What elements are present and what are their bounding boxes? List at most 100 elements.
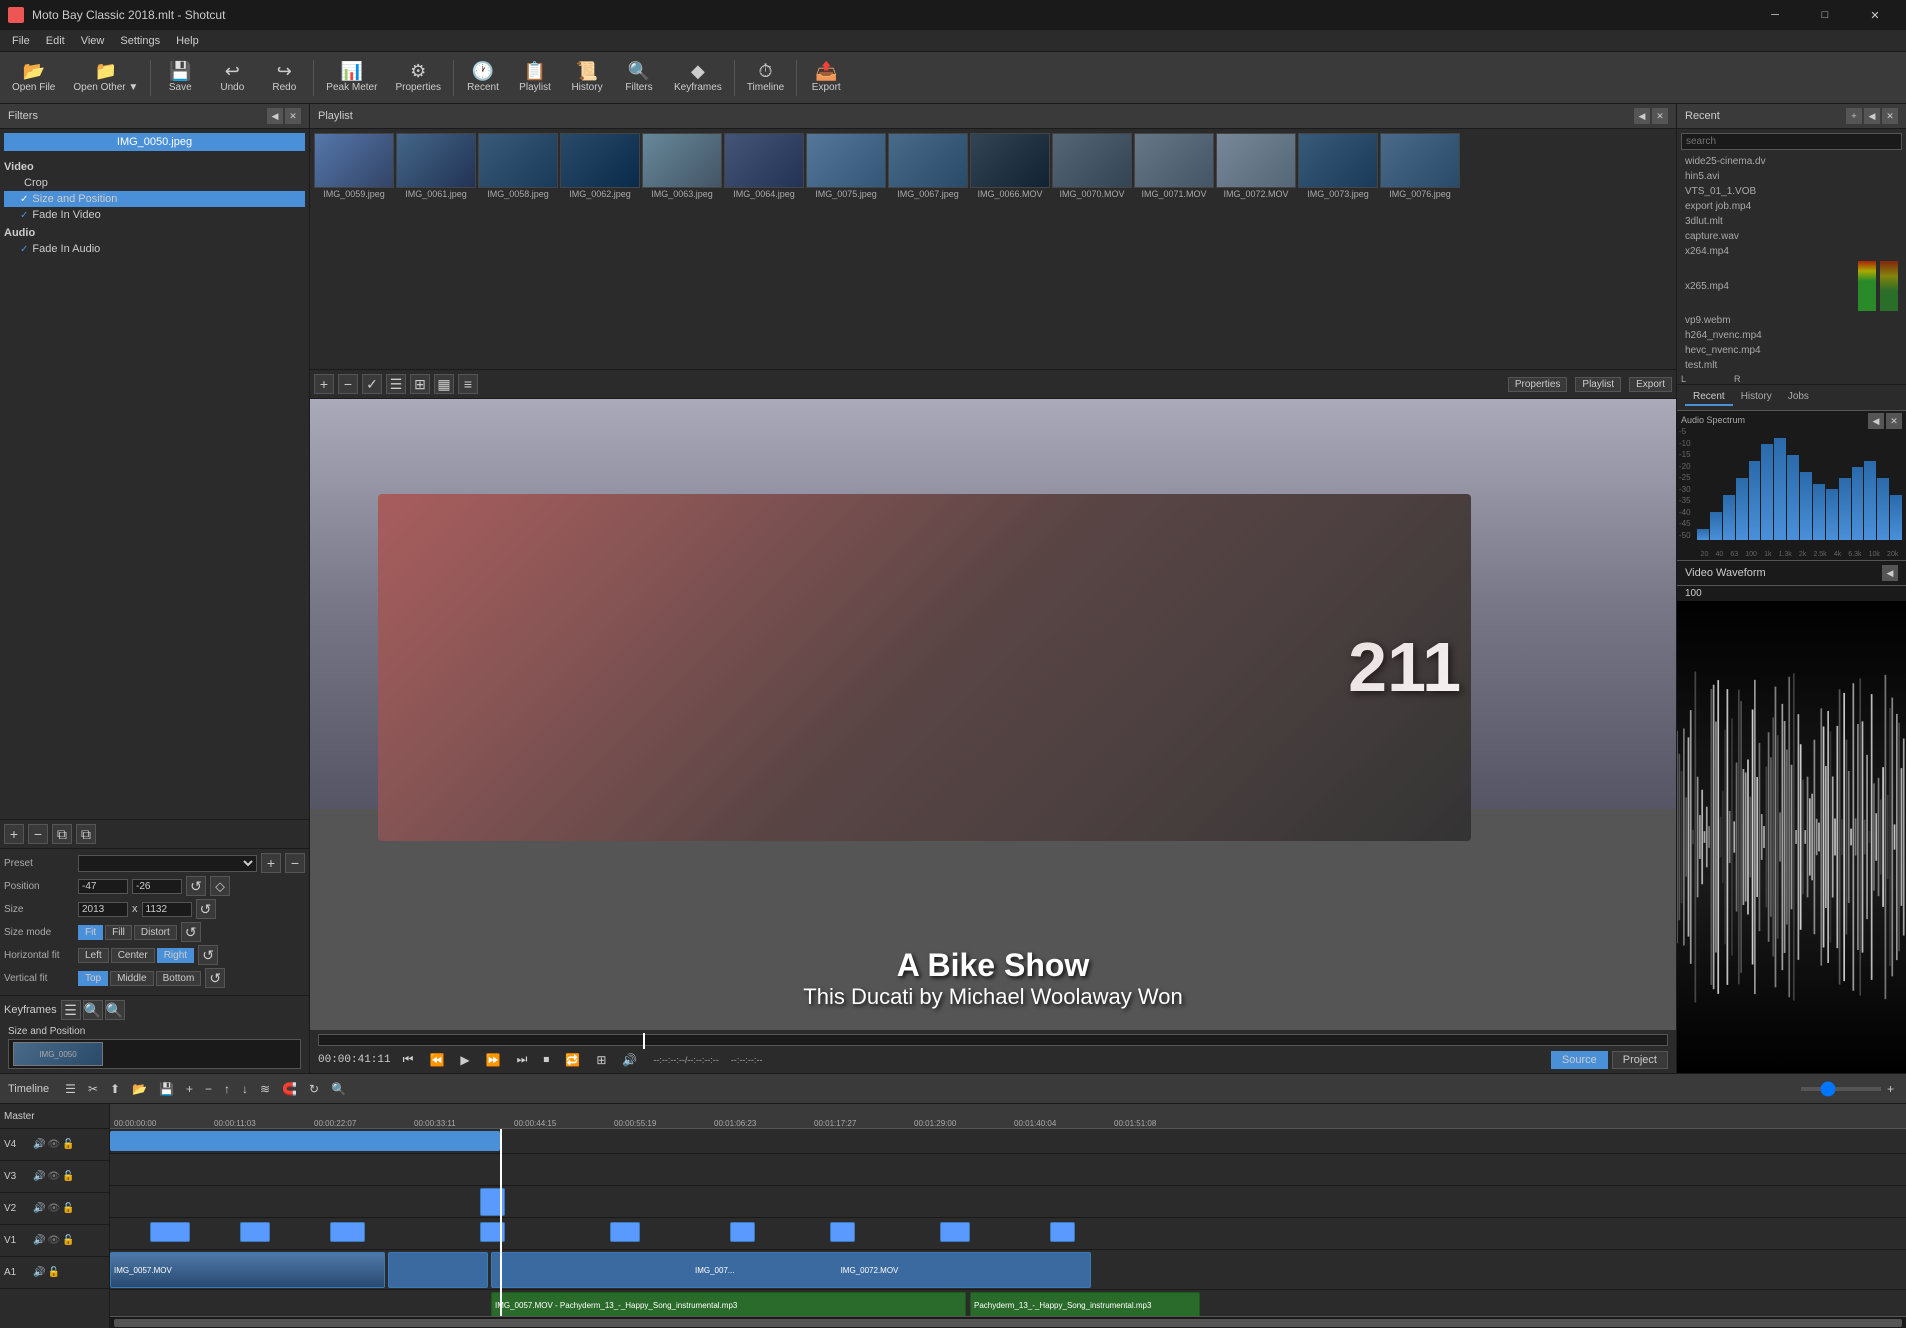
preview-step-back[interactable]: ⏪ bbox=[425, 1051, 448, 1069]
v2-clip-7[interactable] bbox=[830, 1222, 855, 1242]
preview-grid-button[interactable]: ⊞ bbox=[592, 1051, 610, 1069]
list-item[interactable]: 3dlut.mlt bbox=[1677, 214, 1906, 229]
keyframes-track[interactable]: 00:00:00:00 IMG_0050 bbox=[8, 1039, 301, 1069]
list-item[interactable]: IMG_0059.jpeg bbox=[314, 133, 394, 200]
filter-fade-in-audio[interactable]: ✓ Fade In Audio bbox=[4, 241, 305, 257]
vert-bottom-button[interactable]: Bottom bbox=[156, 971, 202, 986]
timeline-lift-button[interactable]: ⬆ bbox=[106, 1080, 124, 1098]
export-action-button[interactable]: Export bbox=[1629, 377, 1672, 392]
list-item[interactable]: capture.wav bbox=[1677, 229, 1906, 244]
preset-select[interactable] bbox=[78, 855, 257, 872]
properties-button[interactable]: ⚙ Properties bbox=[387, 54, 449, 102]
playlist-remove-button[interactable]: − bbox=[338, 374, 358, 394]
filters-shrink-button[interactable]: ◀ bbox=[267, 108, 283, 124]
timeline-open-button[interactable]: 📂 bbox=[128, 1080, 151, 1098]
position-keyframe-button[interactable]: ⬦ bbox=[210, 876, 230, 896]
preset-remove-button[interactable]: − bbox=[285, 853, 305, 873]
timeline-add-track-button[interactable]: + bbox=[182, 1080, 197, 1098]
recent-add-button[interactable]: + bbox=[1846, 108, 1862, 124]
list-item[interactable]: hin5.avi bbox=[1677, 169, 1906, 184]
list-item[interactable]: IMG_0061.jpeg bbox=[396, 133, 476, 200]
size-reset-button[interactable]: ↺ bbox=[196, 899, 216, 919]
list-item[interactable]: IMG_0063.jpeg bbox=[642, 133, 722, 200]
v4-audio-icon[interactable]: 🔊 bbox=[33, 1139, 45, 1150]
list-item[interactable]: VTS_01_1.VOB bbox=[1677, 184, 1906, 199]
undo-button[interactable]: ↩ Undo bbox=[207, 54, 257, 102]
position-reset-button[interactable]: ↺ bbox=[186, 876, 206, 896]
tab-history[interactable]: History bbox=[1733, 389, 1780, 406]
vert-reset-button[interactable]: ↺ bbox=[205, 968, 225, 988]
preview-stop-button[interactable]: ⏹ bbox=[539, 1050, 553, 1069]
playlist-list-view-button[interactable]: ☰ bbox=[386, 374, 406, 394]
playlist-check-button[interactable]: ✓ bbox=[362, 374, 382, 394]
preset-add-button[interactable]: + bbox=[261, 853, 281, 873]
timeline-remove-track-button[interactable]: − bbox=[201, 1080, 216, 1098]
playlist-grid-view-button[interactable]: ⊞ bbox=[410, 374, 430, 394]
recent-search-input[interactable] bbox=[1681, 133, 1902, 150]
size-w-input[interactable] bbox=[78, 902, 128, 917]
a1-lock-icon[interactable]: 🔓 bbox=[47, 1267, 59, 1278]
list-item[interactable]: IMG_0070.MOV bbox=[1052, 133, 1132, 200]
size-mode-reset-button[interactable]: ↺ bbox=[181, 922, 201, 942]
size-h-input[interactable] bbox=[142, 902, 192, 917]
size-mode-fit[interactable]: Fit bbox=[78, 925, 103, 940]
menu-help[interactable]: Help bbox=[168, 33, 207, 49]
v2-clip-8[interactable] bbox=[940, 1222, 970, 1242]
horiz-reset-button[interactable]: ↺ bbox=[198, 945, 218, 965]
v2-clip-2[interactable] bbox=[240, 1222, 270, 1242]
v3-clip-1[interactable] bbox=[480, 1188, 505, 1216]
list-item[interactable]: h264_nvenc.mp4 bbox=[1677, 328, 1906, 343]
filter-fade-in-video[interactable]: ✓ Fade In Video bbox=[4, 207, 305, 223]
project-tab[interactable]: Project bbox=[1612, 1051, 1668, 1069]
export-button[interactable]: 📤 Export bbox=[801, 54, 851, 102]
list-item[interactable]: IMG_0076.jpeg bbox=[1380, 133, 1460, 200]
list-item[interactable]: wide25-cinema.dv bbox=[1677, 154, 1906, 169]
playlist-large-view-button[interactable]: ▦ bbox=[434, 374, 454, 394]
properties-action-button[interactable]: Properties bbox=[1508, 377, 1568, 392]
v3-eye-icon[interactable]: 👁 bbox=[47, 1171, 60, 1182]
size-mode-distort[interactable]: Distort bbox=[134, 925, 177, 940]
v3-audio-icon[interactable]: 🔊 bbox=[33, 1171, 45, 1182]
list-item[interactable]: IMG_0067.jpeg bbox=[888, 133, 968, 200]
master-clip[interactable] bbox=[110, 1131, 500, 1151]
a1-audio-icon[interactable]: 🔊 bbox=[33, 1267, 45, 1278]
timeline-zoom-in-button[interactable]: + bbox=[1883, 1080, 1898, 1098]
playlist-add-button[interactable]: + bbox=[314, 374, 334, 394]
list-item[interactable]: IMG_0075.jpeg bbox=[806, 133, 886, 200]
timeline-button[interactable]: ⏱ Timeline bbox=[739, 54, 792, 102]
list-item[interactable]: x264.mp4 bbox=[1677, 244, 1906, 259]
recent-button[interactable]: 🕐 Recent bbox=[458, 54, 508, 102]
list-item[interactable]: vp9.webm bbox=[1677, 313, 1906, 328]
menu-file[interactable]: File bbox=[4, 33, 38, 49]
playlist-shrink-button[interactable]: ◀ bbox=[1634, 108, 1650, 124]
list-item[interactable]: export job.mp4 bbox=[1677, 199, 1906, 214]
add-filter-button[interactable]: + bbox=[4, 824, 24, 844]
preview-volume-button[interactable]: 🔊 bbox=[618, 1051, 641, 1069]
preview-timeline-bar[interactable] bbox=[318, 1034, 1668, 1046]
v2-clip-3[interactable] bbox=[330, 1222, 365, 1242]
tab-jobs[interactable]: Jobs bbox=[1780, 389, 1817, 406]
v1-clip-1[interactable]: IMG_0057.MOV bbox=[110, 1252, 385, 1288]
v2-clip-9[interactable] bbox=[1050, 1222, 1075, 1242]
list-item[interactable]: test.mlt bbox=[1677, 358, 1906, 373]
v1-lock-icon[interactable]: 🔓 bbox=[62, 1235, 74, 1246]
v4-eye-icon[interactable]: 👁 bbox=[47, 1139, 60, 1150]
filters-button[interactable]: 🔍 Filters bbox=[614, 54, 664, 102]
list-item[interactable]: hevc_nvenc.mp4 bbox=[1677, 343, 1906, 358]
v1-audio-icon[interactable]: 🔊 bbox=[33, 1235, 45, 1246]
list-item[interactable]: IMG_0058.jpeg bbox=[478, 133, 558, 200]
position-y-input[interactable] bbox=[132, 879, 182, 894]
menu-edit[interactable]: Edit bbox=[38, 33, 73, 49]
timeline-scrollbar[interactable] bbox=[110, 1316, 1906, 1328]
v1-clip-2[interactable] bbox=[388, 1252, 488, 1288]
open-file-button[interactable]: 📂 Open File bbox=[4, 54, 63, 102]
recent-shrink-button[interactable]: ◀ bbox=[1864, 108, 1880, 124]
v2-clip-6[interactable] bbox=[730, 1222, 755, 1242]
list-item[interactable]: IMG_0072.MOV bbox=[1216, 133, 1296, 200]
timeline-up-button[interactable]: ↑ bbox=[220, 1080, 234, 1098]
preview-jump-start[interactable]: ⏮ bbox=[399, 1050, 418, 1069]
timeline-menu-button[interactable]: ☰ bbox=[61, 1080, 80, 1098]
timeline-loop-button[interactable]: ↻ bbox=[305, 1080, 323, 1098]
vw-expand-button[interactable]: ◀ bbox=[1882, 565, 1898, 581]
preview-step-forward[interactable]: ⏩ bbox=[482, 1051, 505, 1069]
